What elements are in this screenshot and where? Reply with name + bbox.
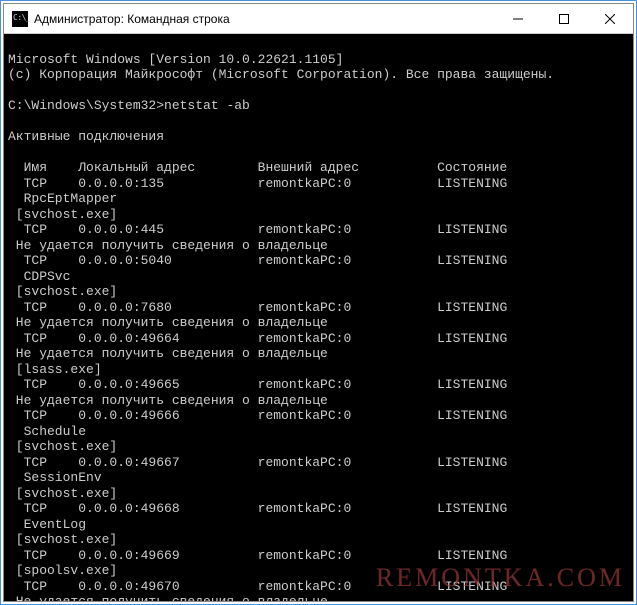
prompt-command: netstat -ab xyxy=(164,98,250,113)
section-title: Активные подключения xyxy=(8,129,164,144)
window-title: Администратор: Командная строка xyxy=(34,12,495,26)
header-line-1: Microsoft Windows [Version 10.0.22621.11… xyxy=(8,52,343,67)
netstat-rows: TCP 0.0.0.0:135 remontkaPC:0 LISTENING R… xyxy=(8,176,629,602)
maximize-button[interactable] xyxy=(541,4,587,33)
prompt-line: C:\Windows\System32>netstat -ab xyxy=(8,98,250,113)
cmd-icon xyxy=(12,11,28,27)
header-line-2: (c) Корпорация Майкрософт (Microsoft Cor… xyxy=(8,67,554,82)
prompt-prefix: C:\Windows\System32> xyxy=(8,98,164,113)
column-header: Имя Локальный адрес Внешний адрес Состоя… xyxy=(8,160,507,175)
terminal-output[interactable]: Microsoft Windows [Version 10.0.22621.11… xyxy=(4,34,633,601)
window-controls xyxy=(495,4,633,33)
close-button[interactable] xyxy=(587,4,633,33)
cmd-window: Администратор: Командная строка Microsof… xyxy=(3,3,634,602)
minimize-button[interactable] xyxy=(495,4,541,33)
titlebar[interactable]: Администратор: Командная строка xyxy=(4,4,633,34)
